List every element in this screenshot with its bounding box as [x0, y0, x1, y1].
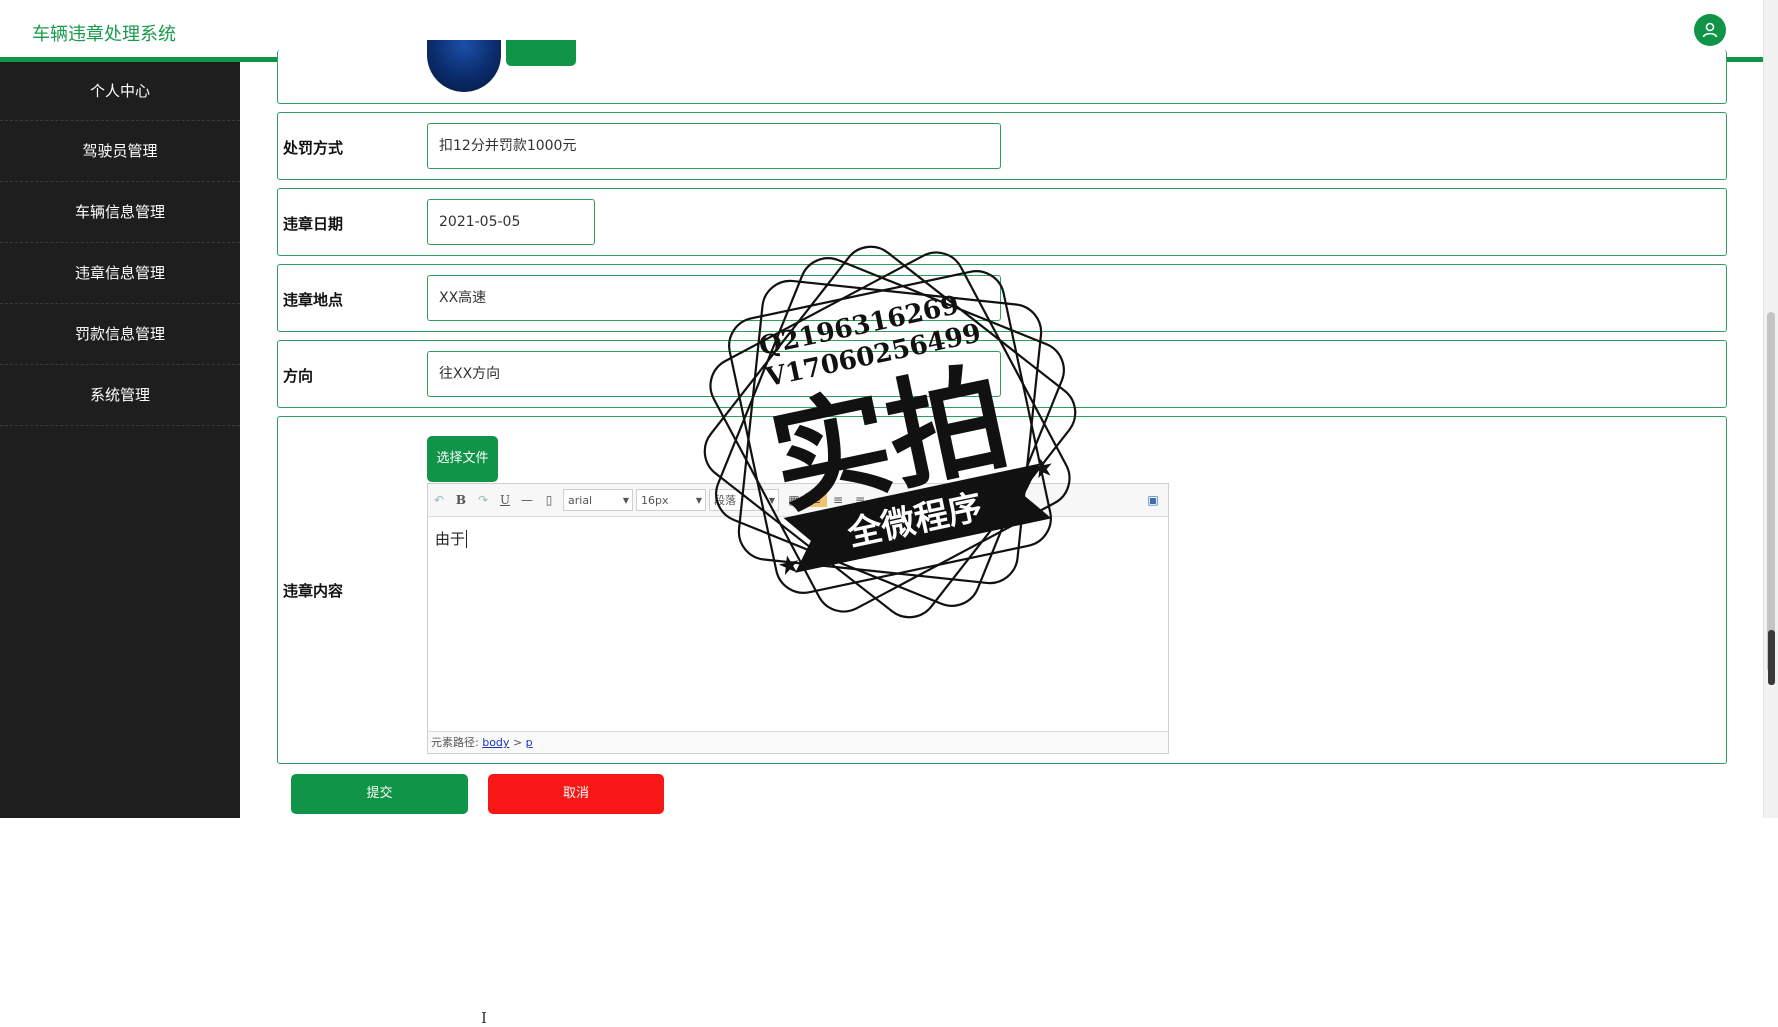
direction-row: 方向 往XX方向 [277, 340, 1727, 408]
justify-icon[interactable]: ≡ [871, 493, 893, 507]
bold-icon[interactable]: B [450, 493, 472, 507]
direction-input[interactable]: 往XX方向 [427, 351, 1001, 397]
chevron-down-icon: ▼ [768, 496, 775, 505]
location-row: 违章地点 XX高速 [277, 264, 1727, 332]
penalty-label: 处罚方式 [283, 139, 344, 157]
photo-row [277, 40, 1727, 104]
sidebar-item-vehicle-info[interactable]: 车辆信息管理 [0, 182, 240, 243]
fullscreen-icon[interactable]: ▣ [1142, 493, 1164, 507]
page-break-icon[interactable]: ▯ [538, 493, 560, 507]
element-path-p-link[interactable]: p [526, 736, 533, 749]
editor-footer: 元素路径: body > p [428, 731, 1168, 753]
chevron-down-icon: ▼ [622, 496, 629, 505]
rich-text-editor: ↶ B ↷ U — ▯ arial ▼ 16px ▼ 段落 ▼ ▦ ≡ ≡ ≡ ≡ ▣… [427, 483, 1169, 754]
user-avatar-button[interactable] [1694, 14, 1726, 46]
photo-thumbnail [427, 40, 501, 92]
font-size-select[interactable]: 16px ▼ [636, 489, 706, 511]
font-family-select[interactable]: arial ▼ [563, 489, 633, 511]
text-cursor-icon: I [481, 1009, 487, 1027]
font-family-value: arial [568, 494, 593, 507]
table-icon[interactable]: ▦ [783, 493, 805, 507]
chevron-down-icon: ▼ [695, 496, 702, 505]
paragraph-value: 段落 [714, 494, 736, 507]
sidebar: 个人中心 驾驶员管理 车辆信息管理 违章信息管理 罚款信息管理 系统管理 [0, 62, 240, 818]
content-label: 违章内容 [283, 582, 344, 600]
location-label: 违章地点 [283, 291, 344, 309]
location-input[interactable]: XX高速 [427, 275, 1001, 321]
element-path-label: 元素路径: [431, 736, 479, 749]
align-right-icon[interactable]: ≡ [827, 493, 849, 507]
page-scrollbar[interactable] [1763, 0, 1778, 818]
penalty-input[interactable]: 扣12分并罚款1000元 [427, 123, 1001, 169]
sidebar-item-violation-info[interactable]: 违章信息管理 [0, 243, 240, 304]
penalty-row: 处罚方式 扣12分并罚款1000元 [277, 112, 1727, 180]
editor-content[interactable]: 由于​ [435, 528, 468, 549]
date-input[interactable]: 2021-05-05 [427, 199, 595, 245]
underline-icon[interactable]: U [494, 493, 516, 507]
content-row: 违章内容 选择文件 ↶ B ↷ U — ▯ arial ▼ 16px ▼ 段落 ▼ ▦… [277, 416, 1727, 1027]
scrollbar-grip [1768, 630, 1775, 685]
app-title: 车辆违章处理系统 [32, 24, 176, 45]
text-caret: ​ [466, 530, 468, 548]
choose-file-button[interactable]: 选择文件 [427, 436, 498, 482]
submit-button[interactable]: 提交 [291, 774, 468, 814]
date-label: 违章日期 [283, 215, 344, 233]
sidebar-item-system-management[interactable]: 系统管理 [0, 365, 240, 426]
editor-text: 由于 [435, 530, 466, 548]
date-row: 违章日期 2021-05-05 [277, 188, 1727, 256]
editor-toolbar: ↶ B ↷ U — ▯ arial ▼ 16px ▼ 段落 ▼ ▦ ≡ ≡ ≡ ≡ ▣ [428, 484, 1168, 517]
horizontal-rule-icon[interactable]: — [516, 493, 538, 507]
sidebar-item-personal-center[interactable]: 个人中心 [0, 62, 240, 121]
paragraph-select[interactable]: 段落 ▼ [709, 489, 779, 511]
align-center-icon[interactable]: ≡ [849, 493, 871, 507]
align-left-icon[interactable]: ≡ [805, 493, 827, 507]
redo-icon[interactable]: ↷ [472, 493, 494, 507]
sidebar-item-driver-management[interactable]: 驾驶员管理 [0, 121, 240, 182]
cancel-button[interactable]: 取消 [488, 774, 664, 814]
user-icon [1702, 22, 1718, 38]
upload-photo-button[interactable] [506, 40, 576, 66]
undo-icon[interactable]: ↶ [428, 493, 450, 507]
element-path-separator: > [512, 736, 523, 749]
font-size-value: 16px [641, 494, 669, 507]
scrollbar-thumb[interactable] [1767, 312, 1775, 672]
direction-label: 方向 [283, 367, 314, 385]
element-path-body-link[interactable]: body [482, 736, 509, 749]
sidebar-item-fine-info[interactable]: 罚款信息管理 [0, 304, 240, 365]
